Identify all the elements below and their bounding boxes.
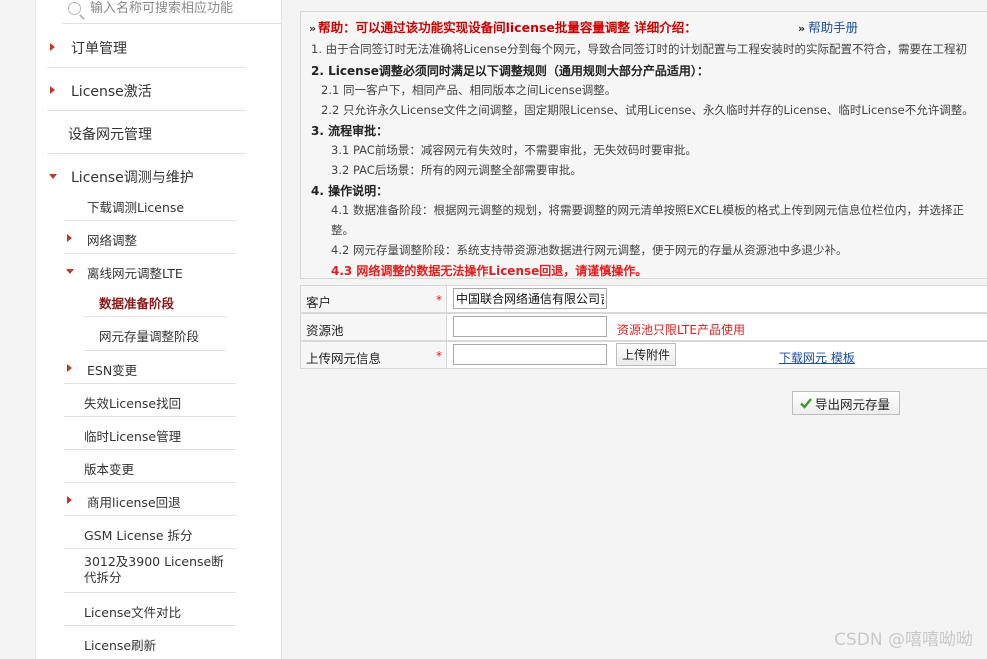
watermark: CSDN @嘻嘻呦呦 <box>834 630 973 650</box>
sidebar-item-esn-change[interactable]: ESN变更 <box>64 351 236 384</box>
sidebar-item-label: 临时License管理 <box>84 429 182 444</box>
caret-right-icon <box>67 234 72 242</box>
sidebar-item-label: License文件对比 <box>84 605 182 620</box>
help-panel: » 帮助：可以通过该功能实现设备间license批量容量调整 详细介绍： » 帮助手… <box>300 11 987 279</box>
sidebar-item-license-adjust[interactable]: License调测与维护 <box>47 154 246 188</box>
help-warning: 4.3 网络调整的数据无法操作License回退，请谨慎操作。 <box>331 264 648 278</box>
sidebar-item-label: 设备网元管理 <box>68 127 152 143</box>
help-line: 2.1 同一客户下，相同产品、相同版本之间License调整。 <box>321 83 617 97</box>
upload-input[interactable] <box>453 344 607 365</box>
help-line: 3.2 PAC后场景：所有的网元调整全部需要审批。 <box>331 163 582 177</box>
sidebar-item-label: 失效License找回 <box>84 396 182 411</box>
caret-down-icon <box>66 269 74 274</box>
sidebar-item-offline-lte[interactable]: 离线网元调整LTE <box>64 254 236 287</box>
sidebar-item-label: 下载调测License <box>87 200 185 215</box>
main-content: » 帮助：可以通过该功能实现设备间license批量容量调整 详细介绍： » 帮助手… <box>300 0 987 659</box>
help-line: 2. License调整必须同时满足以下调整规则（通用规则大部分产品适用）： <box>311 64 709 78</box>
sidebar-item-label: 3012及3900 License断代拆分 <box>84 554 224 585</box>
required-mark: * <box>436 293 442 307</box>
sidebar-item-label: 网络调整 <box>87 233 138 248</box>
caret-right-icon <box>67 364 72 372</box>
help-line: 3.1 PAC前场景：减容网元有失效时，不需要审批，无失效码时要审批。 <box>331 143 697 157</box>
caret-down-icon <box>49 174 57 179</box>
customer-label: 客户 <box>306 295 332 310</box>
upload-label: 上传网元信息 <box>306 351 382 366</box>
sidebar-item-ne-stock[interactable]: 网元存量调整阶段 <box>84 317 226 351</box>
help-line: 4.1 数据准备阶段：根据网元调整的规划，将需要调整的网元清单按照EXCEL模板… <box>331 203 964 217</box>
sidebar-item-split-3012[interactable]: 3012及3900 License断代拆分 <box>64 549 236 593</box>
sidebar-item-order-mgmt[interactable]: 订单管理 <box>47 25 246 68</box>
help-manual[interactable]: » 帮助手册 <box>798 17 858 36</box>
sidebar-item-label: ESN变更 <box>87 363 138 378</box>
sidebar-item-commercial-rollback[interactable]: 商用license回退 <box>64 483 236 516</box>
pool-input[interactable] <box>453 316 607 337</box>
search-icon <box>68 2 81 15</box>
form-row-customer: 客户 * <box>300 285 987 313</box>
sidebar-item-label: 数据准备阶段 <box>99 296 175 311</box>
sidebar-item-label: 离线网元调整LTE <box>87 266 183 281</box>
sidebar-item-file-compare[interactable]: License文件对比 <box>64 593 236 626</box>
export-button-label: 导出网元存量 <box>815 396 891 412</box>
search-input[interactable] <box>90 0 280 17</box>
sidebar-item-ne-mgmt[interactable]: 设备网元管理 <box>47 111 246 154</box>
customer-input[interactable] <box>453 288 607 309</box>
sidebar-item-refresh[interactable]: License刷新 <box>64 626 236 659</box>
sidebar-item-download-license[interactable]: 下载调测License <box>64 188 236 221</box>
help-line: 2.2 只允许永久License文件之间调整，固定期限License、试用Lic… <box>321 103 974 117</box>
double-chevron-right-icon: » <box>798 22 806 35</box>
sidebar-search <box>62 0 282 24</box>
sidebar-item-label: License刷新 <box>84 638 157 653</box>
help-manual-link[interactable]: 帮助手册 <box>808 20 858 35</box>
sidebar-item-network-adjust[interactable]: 网络调整 <box>64 221 236 254</box>
sidebar: 订单管理 License激活 设备网元管理 License调测与维护 下载调测L… <box>35 0 282 659</box>
help-line: 3. 流程审批： <box>311 124 389 138</box>
sidebar-item-invalid-recover[interactable]: 失效License找回 <box>64 384 236 417</box>
sidebar-item-label: GSM License 拆分 <box>84 528 193 543</box>
required-mark: * <box>436 349 442 363</box>
sidebar-item-label: 版本变更 <box>84 462 135 477</box>
sidebar-item-version-change[interactable]: 版本变更 <box>64 450 236 483</box>
pool-hint: 资源池只限LTE产品使用 <box>617 323 745 337</box>
sidebar-item-label: 商用license回退 <box>87 495 181 510</box>
form-row-pool: 资源池 资源池只限LTE产品使用 <box>300 313 987 341</box>
sidebar-item-data-prep[interactable]: 数据准备阶段 <box>84 284 226 317</box>
checkmark-icon <box>800 398 812 409</box>
sidebar-item-gsm-split[interactable]: GSM License 拆分 <box>64 516 236 549</box>
help-title[interactable]: » 帮助：可以通过该功能实现设备间license批量容量调整 详细介绍： <box>309 17 697 36</box>
sidebar-item-label: 订单管理 <box>71 41 127 57</box>
form-row-upload: 上传网元信息 * 上传附件 下载网元 模板 <box>300 341 987 369</box>
sidebar-item-temp-license[interactable]: 临时License管理 <box>64 417 236 450</box>
sidebar-item-license-activate[interactable]: License激活 <box>47 68 246 111</box>
help-line: 4.2 网元存量调整阶段：系统支持带资源池数据进行网元调整，便于网元的存量从资源… <box>331 243 848 257</box>
caret-right-icon <box>50 43 55 51</box>
help-line: 4. 操作说明： <box>311 184 389 198</box>
export-ne-stock-button[interactable]: 导出网元存量 <box>792 391 900 415</box>
double-chevron-down-icon: » <box>309 22 317 35</box>
upload-attachment-button[interactable]: 上传附件 <box>616 343 676 366</box>
sidebar-item-label: License激活 <box>71 84 152 100</box>
caret-right-icon <box>67 496 72 504</box>
caret-right-icon <box>50 86 55 94</box>
help-line: 整。 <box>331 223 354 237</box>
download-template-link[interactable]: 下载网元 模板 <box>779 349 855 366</box>
sidebar-item-label: License调测与维护 <box>71 170 194 186</box>
sidebar-item-label: 网元存量调整阶段 <box>99 329 200 344</box>
pool-label: 资源池 <box>306 323 344 338</box>
help-line: 1. 由于合同签订时无法准确将License分到每个网元，导致合同签订时的计划配… <box>311 42 967 56</box>
